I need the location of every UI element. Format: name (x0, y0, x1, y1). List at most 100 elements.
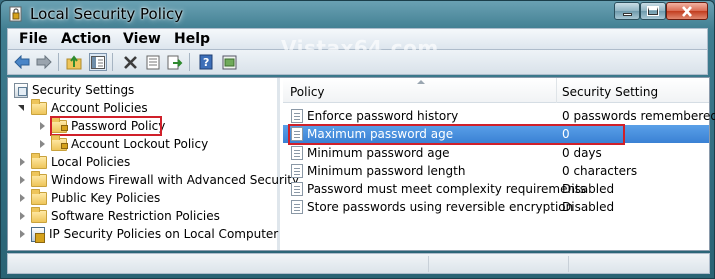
help-button[interactable]: ? (197, 53, 215, 71)
status-cell (568, 256, 708, 272)
folder-icon (31, 206, 47, 223)
policy-icon (291, 200, 303, 214)
back-arrow-icon (14, 55, 30, 69)
column-header-security-setting[interactable]: Security Setting (562, 85, 658, 99)
back-button[interactable] (13, 53, 31, 71)
collapse-arrow-icon[interactable] (18, 211, 27, 221)
column-divider[interactable] (556, 78, 557, 103)
status-bar (7, 253, 710, 274)
tree-item-label: Windows Firewall with Advanced Security (51, 173, 300, 187)
list-row[interactable]: Minimum password age 0 days (283, 144, 709, 162)
policy-icon (291, 164, 303, 178)
folder-icon (31, 170, 47, 187)
properties-icon (146, 55, 160, 69)
list-row[interactable]: Store passwords using reversible encrypt… (283, 198, 709, 216)
tree-item-label: Software Restriction Policies (51, 209, 220, 223)
tree-item-label: Account Policies (51, 101, 148, 115)
collapse-arrow-icon[interactable] (18, 229, 27, 239)
toolbar-separator (189, 53, 190, 71)
policy-icon (291, 146, 303, 160)
policy-setting: Disabled (562, 200, 615, 214)
menu-view[interactable]: View (123, 31, 161, 47)
policy-name: Store passwords using reversible encrypt… (307, 200, 574, 214)
policy-setting: 0 passwords remembered (562, 109, 715, 123)
show-hide-tree-icon (91, 55, 105, 69)
toolbar: ? (7, 50, 708, 75)
tree-item-account-policies[interactable]: Account Policies (18, 98, 148, 117)
tree-item-account-lockout-policy[interactable]: Account Lockout Policy (38, 134, 209, 153)
export-list-button[interactable] (166, 53, 184, 71)
tree-item-software-restriction-policies[interactable]: Software Restriction Policies (18, 206, 220, 225)
lock-icon (61, 142, 68, 149)
properties-sheet-button[interactable] (220, 53, 238, 71)
caption-buttons (614, 2, 708, 20)
forward-arrow-icon (36, 55, 52, 69)
menu-action[interactable]: Action (61, 31, 111, 47)
locked-folder-icon (51, 134, 68, 151)
folder-icon (31, 152, 47, 169)
forward-button[interactable] (35, 53, 53, 71)
show-hide-tree-button[interactable] (89, 53, 107, 71)
collapse-arrow-icon[interactable] (38, 139, 47, 149)
folder-icon (31, 188, 47, 205)
policy-setting: Disabled (562, 182, 615, 196)
tree-item-label: Account Lockout Policy (71, 137, 209, 151)
tree-pane: Security Settings Account Policies Passw… (8, 78, 299, 250)
list-row[interactable]: Enforce password history 0 passwords rem… (283, 107, 715, 125)
collapse-arrow-icon[interactable] (18, 157, 27, 167)
folder-icon (31, 98, 47, 115)
menu-help[interactable]: Help (174, 31, 210, 47)
properties-sheet-icon (222, 55, 236, 69)
tree-item-ip-security-policies[interactable]: IP Security Policies on Local Computer (18, 225, 278, 243)
highlight-box (50, 116, 162, 136)
policy-setting: 0 characters (562, 164, 638, 178)
policy-icon (291, 109, 303, 123)
list-row[interactable]: Minimum password length 0 characters (283, 162, 709, 180)
tree-item-public-key-policies[interactable]: Public Key Policies (18, 188, 161, 207)
policy-name: Minimum password length (307, 164, 466, 178)
tree-item-security-settings[interactable]: Security Settings (14, 81, 134, 99)
expand-arrow-icon[interactable] (18, 104, 27, 113)
security-settings-icon (14, 82, 28, 98)
toolbar-separator (58, 53, 59, 71)
policy-icon (291, 182, 303, 196)
sort-ascending-icon (417, 80, 425, 84)
delete-button[interactable] (121, 53, 139, 71)
policy-list-pane: Policy Security Setting Enforce password… (283, 78, 715, 250)
content-area: Security Settings Account Policies Passw… (7, 77, 715, 251)
maximize-button[interactable] (640, 2, 666, 20)
policy-name: Password must meet complexity requiremen… (307, 182, 587, 196)
main-window: Local Security Policy File Action View H… (0, 0, 715, 279)
policy-name: Minimum password age (307, 146, 450, 160)
collapse-arrow-icon[interactable] (18, 175, 27, 185)
minimize-button[interactable] (614, 2, 640, 20)
export-list-icon (167, 55, 183, 69)
properties-button[interactable] (144, 53, 162, 71)
tree-item-label: IP Security Policies on Local Computer (49, 227, 279, 241)
column-header-policy[interactable]: Policy (290, 85, 325, 99)
close-button[interactable] (666, 2, 708, 20)
tree-item-label: Public Key Policies (51, 191, 161, 205)
up-button[interactable] (65, 53, 83, 71)
tree-item-windows-firewall[interactable]: Windows Firewall with Advanced Security (18, 170, 300, 189)
title-bar[interactable]: Local Security Policy (1, 1, 714, 27)
tree-item-label: Local Policies (51, 155, 131, 169)
collapse-arrow-icon[interactable] (38, 121, 47, 131)
highlight-box (288, 124, 625, 145)
maximize-icon (647, 6, 659, 16)
security-policy-app-icon (9, 6, 22, 22)
tree-item-label: Security Settings (32, 83, 135, 97)
svg-text:?: ? (203, 56, 209, 69)
status-cell (428, 256, 568, 272)
up-folder-icon (66, 54, 81, 69)
help-icon: ? (199, 54, 213, 70)
delete-icon (123, 55, 137, 69)
collapse-arrow-icon[interactable] (18, 193, 27, 203)
list-header: Policy Security Setting (283, 78, 709, 103)
tree-item-local-policies[interactable]: Local Policies (18, 152, 131, 171)
list-row[interactable]: Password must meet complexity requiremen… (283, 180, 709, 198)
menu-file[interactable]: File (19, 31, 48, 47)
toolbar-separator (112, 53, 113, 71)
ip-security-icon (31, 226, 45, 243)
minimize-icon (622, 12, 632, 16)
